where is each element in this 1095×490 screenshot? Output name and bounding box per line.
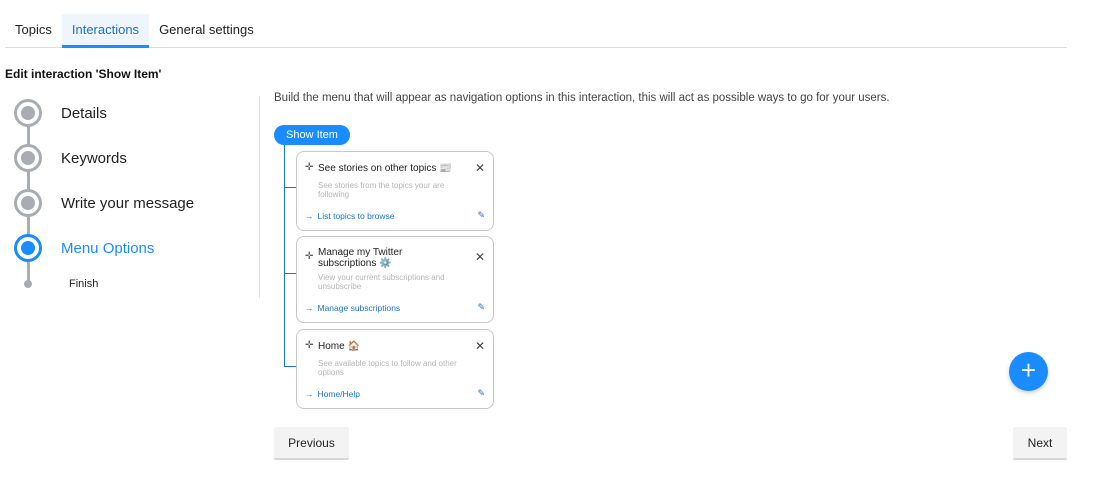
step-write-message[interactable]: Write your message bbox=[14, 188, 194, 218]
stepper: Details Keywords Write your message Menu… bbox=[14, 96, 260, 298]
step-marker bbox=[14, 99, 42, 127]
arrow-right-icon: → bbox=[305, 389, 314, 399]
step-finish[interactable]: Finish bbox=[14, 269, 98, 299]
pencil-icon[interactable]: ✎ bbox=[477, 388, 485, 399]
step-details[interactable]: Details bbox=[14, 98, 107, 128]
tab-interactions[interactable]: Interactions bbox=[61, 14, 150, 48]
menu-item-description: View your current subscriptions and unsu… bbox=[318, 273, 445, 291]
close-icon[interactable]: ✕ bbox=[475, 250, 485, 264]
tree-connector bbox=[284, 366, 296, 367]
menu-item-link-label: Manage subscriptions bbox=[317, 303, 401, 313]
tree-connector bbox=[284, 145, 285, 367]
arrow-right-icon: → bbox=[305, 303, 314, 313]
plus-icon: + bbox=[1020, 355, 1037, 385]
menu-item-link[interactable]: → List topics to browse bbox=[305, 211, 395, 221]
close-icon[interactable]: ✕ bbox=[475, 339, 485, 353]
step-menu-options[interactable]: Menu Options bbox=[14, 233, 154, 263]
menu-item-card: ✛ See stories on other topics 📰 ✕ See st… bbox=[296, 151, 494, 231]
menu-item-title: Manage my Twitter subscriptions ⚙️ bbox=[318, 247, 403, 269]
menu-item-title: See stories on other topics 📰 bbox=[318, 163, 452, 174]
step-label: Details bbox=[61, 104, 107, 122]
pencil-icon[interactable]: ✎ bbox=[477, 302, 485, 313]
step-marker bbox=[14, 144, 42, 172]
tab-general-settings[interactable]: General settings bbox=[149, 14, 264, 48]
add-menu-item-button[interactable]: + bbox=[1009, 352, 1048, 391]
tab-topics[interactable]: Topics bbox=[5, 14, 62, 48]
menu-item-description: See stories from the topics your are fol… bbox=[318, 181, 445, 199]
step-marker bbox=[14, 234, 42, 262]
step-label: Finish bbox=[69, 278, 99, 290]
menu-item-card: ✛ Manage my Twitter subscriptions ⚙️ ✕ V… bbox=[296, 236, 494, 323]
pencil-icon[interactable]: ✎ bbox=[477, 210, 485, 221]
menu-item-description: See available topics to follow and other… bbox=[318, 359, 457, 377]
previous-button[interactable]: Previous bbox=[274, 427, 349, 460]
tree-connector bbox=[284, 273, 296, 274]
step-label: Write your message bbox=[61, 194, 195, 212]
page-title: Edit interaction 'Show Item' bbox=[5, 67, 162, 81]
menu-item-link[interactable]: → Home/Help bbox=[305, 389, 360, 399]
move-icon[interactable]: ✛ bbox=[305, 162, 313, 173]
menu-item-link-label: List topics to browse bbox=[317, 211, 395, 221]
menu-item-card: ✛ Home 🏠 ✕ See available topics to follo… bbox=[296, 329, 494, 409]
menu-item-title: Home 🏠 bbox=[318, 341, 360, 352]
close-icon[interactable]: ✕ bbox=[475, 161, 485, 175]
menu-item-link[interactable]: → Manage subscriptions bbox=[305, 303, 400, 313]
intro-text: Build the menu that will appear as navig… bbox=[274, 92, 890, 104]
move-icon[interactable]: ✛ bbox=[305, 340, 313, 351]
step-marker bbox=[24, 280, 32, 288]
step-marker bbox=[14, 189, 42, 217]
menu-item-link-label: Home/Help bbox=[317, 389, 361, 399]
step-label: Menu Options bbox=[61, 239, 155, 257]
root-node[interactable]: Show Item bbox=[274, 125, 350, 145]
step-keywords[interactable]: Keywords bbox=[14, 143, 127, 173]
tree-connector bbox=[284, 187, 296, 188]
arrow-right-icon: → bbox=[305, 211, 314, 221]
tab-bar: Topics Interactions General settings bbox=[5, 14, 1067, 48]
move-icon[interactable]: ✛ bbox=[305, 251, 313, 262]
step-label: Keywords bbox=[61, 149, 127, 167]
next-button[interactable]: Next bbox=[1013, 427, 1067, 460]
